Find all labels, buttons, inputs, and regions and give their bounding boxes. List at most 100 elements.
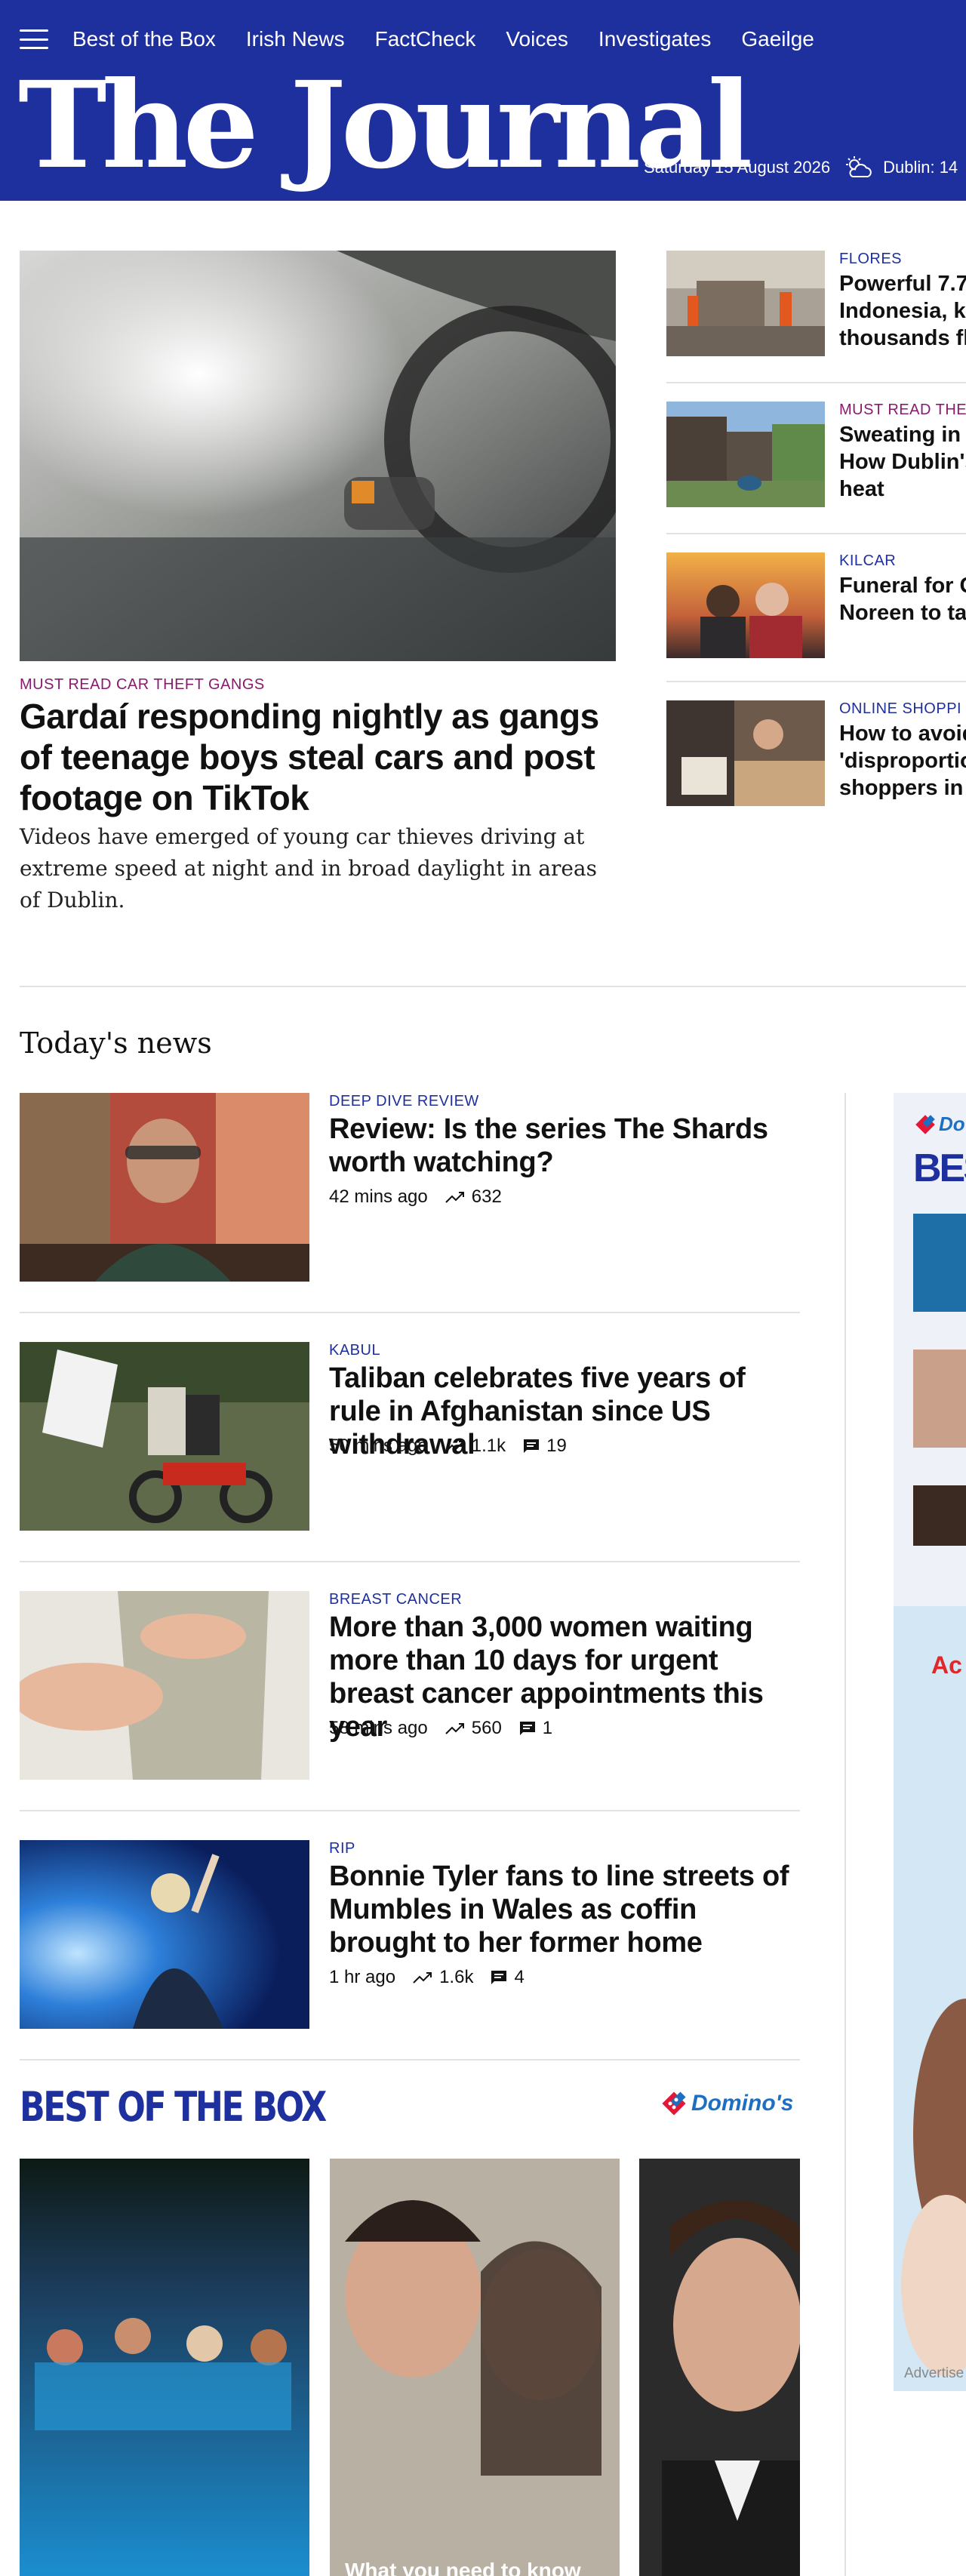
side-story-title-line: shoppers in Ir: [839, 776, 966, 800]
divider: [20, 2059, 800, 2060]
hamburger-menu-icon[interactable]: [20, 29, 48, 49]
best-of-the-box-heading[interactable]: BEST OF THE BOX: [20, 2083, 327, 2131]
side-story-title-line: Indonesia, kil: [839, 299, 966, 323]
divider: [666, 681, 966, 682]
divider: [666, 533, 966, 534]
trending-icon: [445, 1441, 464, 1452]
hero-topic-label: CAR THEFT GANGS: [115, 676, 265, 693]
hero-subheadline: Videos have emerged of young car thieves…: [20, 824, 597, 913]
side-story-title[interactable]: Sweating in t How Dublin's heat: [839, 421, 966, 503]
trending-icon: [413, 1972, 432, 1984]
trending-icon: [445, 1723, 464, 1734]
side-story[interactable]: FLORES Powerful 7.7 m Indonesia, kil tho…: [666, 251, 966, 364]
news-image[interactable]: [20, 1840, 309, 2029]
news-time: 50 mins ago: [329, 1436, 428, 1456]
news-kicker: KABUL: [329, 1342, 381, 1359]
news-comments[interactable]: 4: [514, 1967, 524, 1988]
ad-text: Ac: [931, 1651, 962, 1679]
site-header: Best of the Box Irish News FactCheck Voi…: [0, 0, 966, 201]
todays-news-heading: Today's news: [20, 1026, 212, 1060]
nav-item-irish-news[interactable]: Irish News: [246, 27, 345, 51]
side-story-image[interactable]: [666, 402, 825, 507]
sidebar-thumbs[interactable]: [913, 1214, 966, 1546]
news-time: 42 mins ago: [329, 1186, 428, 1207]
dominos-icon: [915, 1114, 935, 1134]
main-nav: Best of the Box Irish News FactCheck Voi…: [20, 27, 844, 51]
nav-item-voices[interactable]: Voices: [506, 27, 568, 51]
list-item[interactable]: RIP Bonnie Tyler fans to line streets of…: [20, 1840, 800, 2029]
comment-icon: [519, 1722, 535, 1735]
side-story-title-line: How to avoid: [839, 722, 966, 746]
news-views: 1.6k: [439, 1967, 474, 1987]
best-of-box-card[interactable]: What you need to know: [330, 2159, 620, 2576]
news-views: 632: [471, 1186, 502, 1207]
side-story-title-line: Powerful 7.7 m: [839, 272, 966, 296]
side-story-title-line: Sweating in t: [839, 423, 966, 447]
sidebar-best-of-box[interactable]: Do BES: [894, 1093, 966, 1606]
sidebar-sponsor: Do: [915, 1113, 965, 1136]
comment-icon: [491, 1971, 507, 1984]
side-story-title[interactable]: How to avoid 'disproportio shoppers in I…: [839, 720, 966, 802]
hero-image[interactable]: [20, 251, 616, 661]
card-caption: What you need to know: [345, 2559, 581, 2576]
side-story-kicker: FLORES: [839, 251, 903, 267]
news-image[interactable]: [20, 1342, 309, 1531]
list-item[interactable]: DEEP DIVE REVIEW Review: Is the series T…: [20, 1093, 800, 1282]
side-story[interactable]: KILCAR Funeral for Ga Noreen to tak: [666, 552, 966, 666]
news-kicker: DEEP DIVE REVIEW: [329, 1093, 479, 1109]
news-headline[interactable]: Review: Is the series The Shards worth w…: [329, 1113, 797, 1179]
side-story-kicker: MUST READ THE: [839, 402, 966, 418]
comment-icon: [524, 1439, 540, 1453]
news-headline[interactable]: Bonnie Tyler fans to line streets of Mum…: [329, 1860, 797, 1959]
sponsor-logo[interactable]: Domino's: [661, 2091, 793, 2116]
hero-headline[interactable]: Gardaí responding nightly as gangs of te…: [20, 696, 623, 818]
news-time: 1 hr ago: [329, 1967, 396, 1987]
nav-item-gaeilge[interactable]: Gaeilge: [741, 27, 814, 51]
news-meta: 50 mins ago 1.1k 19: [329, 1436, 567, 1457]
side-story-image[interactable]: [666, 700, 825, 806]
news-image[interactable]: [20, 1093, 309, 1282]
side-story-image[interactable]: [666, 251, 825, 356]
news-comments[interactable]: 19: [546, 1436, 567, 1457]
side-story[interactable]: MUST READ THE Sweating in t How Dublin's…: [666, 402, 966, 515]
side-story-kicker: ONLINE SHOPPI: [839, 700, 962, 717]
partly-cloudy-icon: [846, 156, 872, 177]
nav-item-investigates[interactable]: Investigates: [598, 27, 711, 51]
list-item[interactable]: KABUL Taliban celebrates five years of r…: [20, 1342, 800, 1531]
news-views: 560: [471, 1718, 502, 1738]
side-story-image[interactable]: [666, 552, 825, 658]
news-meta: 58 mins ago 560 1: [329, 1718, 552, 1739]
divider: [20, 1561, 800, 1562]
news-kicker: BREAST CANCER: [329, 1591, 463, 1608]
dominos-icon: [662, 2091, 686, 2116]
advertisement[interactable]: Ac: [894, 1606, 966, 2391]
trending-icon: [445, 1192, 464, 1203]
news-meta: 42 mins ago 632: [329, 1186, 518, 1208]
side-story-title[interactable]: Powerful 7.7 m Indonesia, kil thousands …: [839, 270, 966, 352]
side-story-title-line: Noreen to tak: [839, 601, 966, 625]
side-story-kicker: KILCAR: [839, 552, 897, 569]
divider: [20, 1312, 800, 1313]
site-logo[interactable]: The Journal: [18, 66, 753, 186]
side-story-title-line: 'disproportio: [839, 749, 966, 773]
best-of-box-card[interactable]: [639, 2159, 800, 2576]
news-kicker: RIP: [329, 1840, 355, 1857]
must-read-label: MUST READ: [20, 676, 112, 693]
current-date: Saturday 15 August 2026: [644, 158, 831, 177]
column-divider: [844, 1093, 846, 2576]
divider: [20, 1810, 800, 1811]
nav-item-factcheck[interactable]: FactCheck: [375, 27, 476, 51]
nav-item-best-of-the-box[interactable]: Best of the Box: [72, 27, 216, 51]
side-story-title-line: heat: [839, 477, 884, 501]
divider: [666, 382, 966, 383]
side-story[interactable]: ONLINE SHOPPI How to avoid 'disproportio…: [666, 700, 966, 814]
news-comments[interactable]: 1: [543, 1718, 552, 1739]
side-story-title[interactable]: Funeral for Ga Noreen to tak: [839, 572, 966, 626]
advertisement-label: Advertise: [904, 2365, 964, 2381]
hero-kicker[interactable]: MUST READ CAR THEFT GANGS: [20, 676, 265, 694]
news-image[interactable]: [20, 1591, 309, 1780]
list-item[interactable]: BREAST CANCER More than 3,000 women wait…: [20, 1591, 800, 1780]
sidebar-sponsor-name: Do: [939, 1113, 965, 1135]
best-of-box-card[interactable]: [20, 2159, 309, 2576]
section-divider: [20, 986, 966, 987]
